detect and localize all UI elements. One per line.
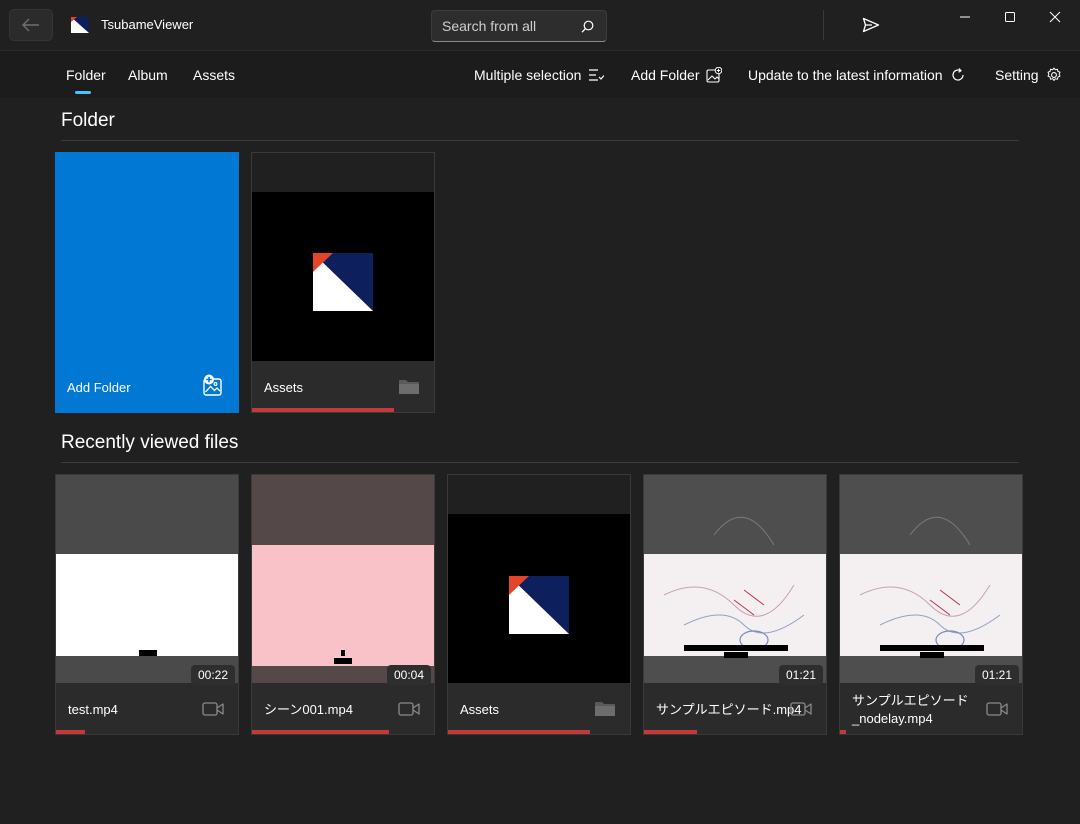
video-camera-icon bbox=[986, 702, 1008, 716]
logo-thumbnail-icon bbox=[509, 576, 569, 634]
folder-name: Assets bbox=[460, 702, 500, 717]
watch-progress-bar bbox=[56, 730, 85, 734]
multi-select-icon bbox=[589, 69, 605, 81]
recent-file-tile[interactable]: 01:21 サンプルエピソード.mp4 bbox=[643, 474, 827, 735]
recent-section-title: Recently viewed files bbox=[61, 432, 239, 453]
add-folder-command[interactable]: Add Folder bbox=[631, 63, 723, 87]
recent-file-tile[interactable]: 00:04 シーン001.mp4 bbox=[251, 474, 435, 735]
app-logo-icon bbox=[71, 17, 89, 33]
folder-tile-label: Assets bbox=[264, 380, 304, 395]
add-image-icon bbox=[706, 67, 723, 83]
tab-selected-indicator bbox=[75, 91, 91, 94]
search-icon[interactable] bbox=[581, 20, 594, 33]
recent-file-tile[interactable]: 00:22 test.mp4 bbox=[55, 474, 239, 735]
watch-progress-bar bbox=[840, 730, 846, 734]
folder-tile-assets[interactable]: Assets bbox=[251, 152, 435, 413]
recent-file-tile[interactable]: 01:21 サンプルエピソード _nodelay.mp4 bbox=[839, 474, 1023, 735]
folder-section-divider bbox=[61, 140, 1019, 141]
close-icon bbox=[1049, 11, 1061, 23]
refresh-icon bbox=[951, 68, 964, 81]
video-thumbnail bbox=[56, 475, 238, 683]
watch-progress-bar bbox=[644, 730, 697, 734]
search-input[interactable] bbox=[432, 11, 572, 41]
folder-icon bbox=[399, 380, 419, 394]
folder-thumbnail bbox=[252, 153, 434, 361]
tab-assets[interactable]: Assets bbox=[193, 67, 235, 83]
title-divider bbox=[823, 10, 824, 40]
search-box[interactable] bbox=[431, 10, 607, 42]
add-folder-command-label: Add Folder bbox=[631, 67, 700, 83]
command-bar: Folder Album Assets Multiple selection A… bbox=[0, 50, 1080, 98]
tab-folder[interactable]: Folder bbox=[66, 67, 106, 83]
folder-thumbnail bbox=[448, 475, 630, 683]
file-name: サンプルエピソード.mp4 bbox=[656, 702, 802, 717]
tab-album[interactable]: Album bbox=[128, 67, 168, 83]
video-camera-icon bbox=[202, 702, 224, 716]
minimize-icon bbox=[960, 16, 970, 18]
video-thumbnail bbox=[644, 475, 826, 683]
duration-badge: 00:22 bbox=[190, 665, 235, 685]
arrow-left-icon bbox=[22, 18, 39, 32]
folder-icon bbox=[595, 702, 615, 716]
watch-progress-bar bbox=[252, 730, 389, 734]
file-name: シーン001.mp4 bbox=[264, 702, 353, 717]
add-image-icon bbox=[203, 374, 222, 396]
video-camera-icon bbox=[790, 702, 812, 716]
add-folder-tile-label: Add Folder bbox=[67, 380, 131, 395]
duration-badge: 01:21 bbox=[974, 665, 1019, 685]
file-name-line-1: サンプルエピソード bbox=[852, 693, 969, 708]
duration-badge: 01:21 bbox=[778, 665, 823, 685]
folder-progress-bar bbox=[448, 730, 590, 734]
recent-section-divider bbox=[61, 462, 1019, 463]
folder-section-title: Folder bbox=[61, 110, 115, 131]
recent-folder-tile[interactable]: Assets bbox=[447, 474, 631, 735]
video-thumbnail bbox=[840, 475, 1022, 683]
logo-thumbnail-icon bbox=[313, 253, 373, 311]
update-button[interactable]: Update to the latest information bbox=[748, 63, 966, 87]
app-title: TsubameViewer bbox=[101, 17, 194, 32]
folder-progress-bar bbox=[252, 408, 394, 412]
add-folder-tile[interactable]: Add Folder bbox=[55, 152, 239, 413]
gear-icon bbox=[1047, 67, 1061, 81]
title-bar: TsubameViewer bbox=[0, 0, 1080, 50]
update-label: Update to the latest information bbox=[748, 67, 943, 83]
send-button[interactable] bbox=[854, 12, 888, 38]
close-button[interactable] bbox=[1035, 6, 1075, 28]
setting-label: Setting bbox=[995, 67, 1039, 83]
send-icon bbox=[862, 17, 880, 33]
file-name: test.mp4 bbox=[68, 702, 118, 717]
duration-badge: 00:04 bbox=[386, 665, 431, 685]
file-name-line-2: _nodelay.mp4 bbox=[852, 711, 933, 726]
multiple-selection-label: Multiple selection bbox=[474, 67, 582, 83]
video-camera-icon bbox=[398, 702, 420, 716]
multiple-selection-button[interactable]: Multiple selection bbox=[474, 63, 605, 87]
maximize-icon bbox=[1005, 12, 1015, 22]
maximize-button[interactable] bbox=[990, 6, 1030, 28]
video-thumbnail bbox=[252, 475, 434, 683]
setting-button[interactable]: Setting bbox=[995, 63, 1062, 87]
minimize-button[interactable] bbox=[945, 6, 985, 28]
back-button[interactable] bbox=[9, 9, 53, 41]
